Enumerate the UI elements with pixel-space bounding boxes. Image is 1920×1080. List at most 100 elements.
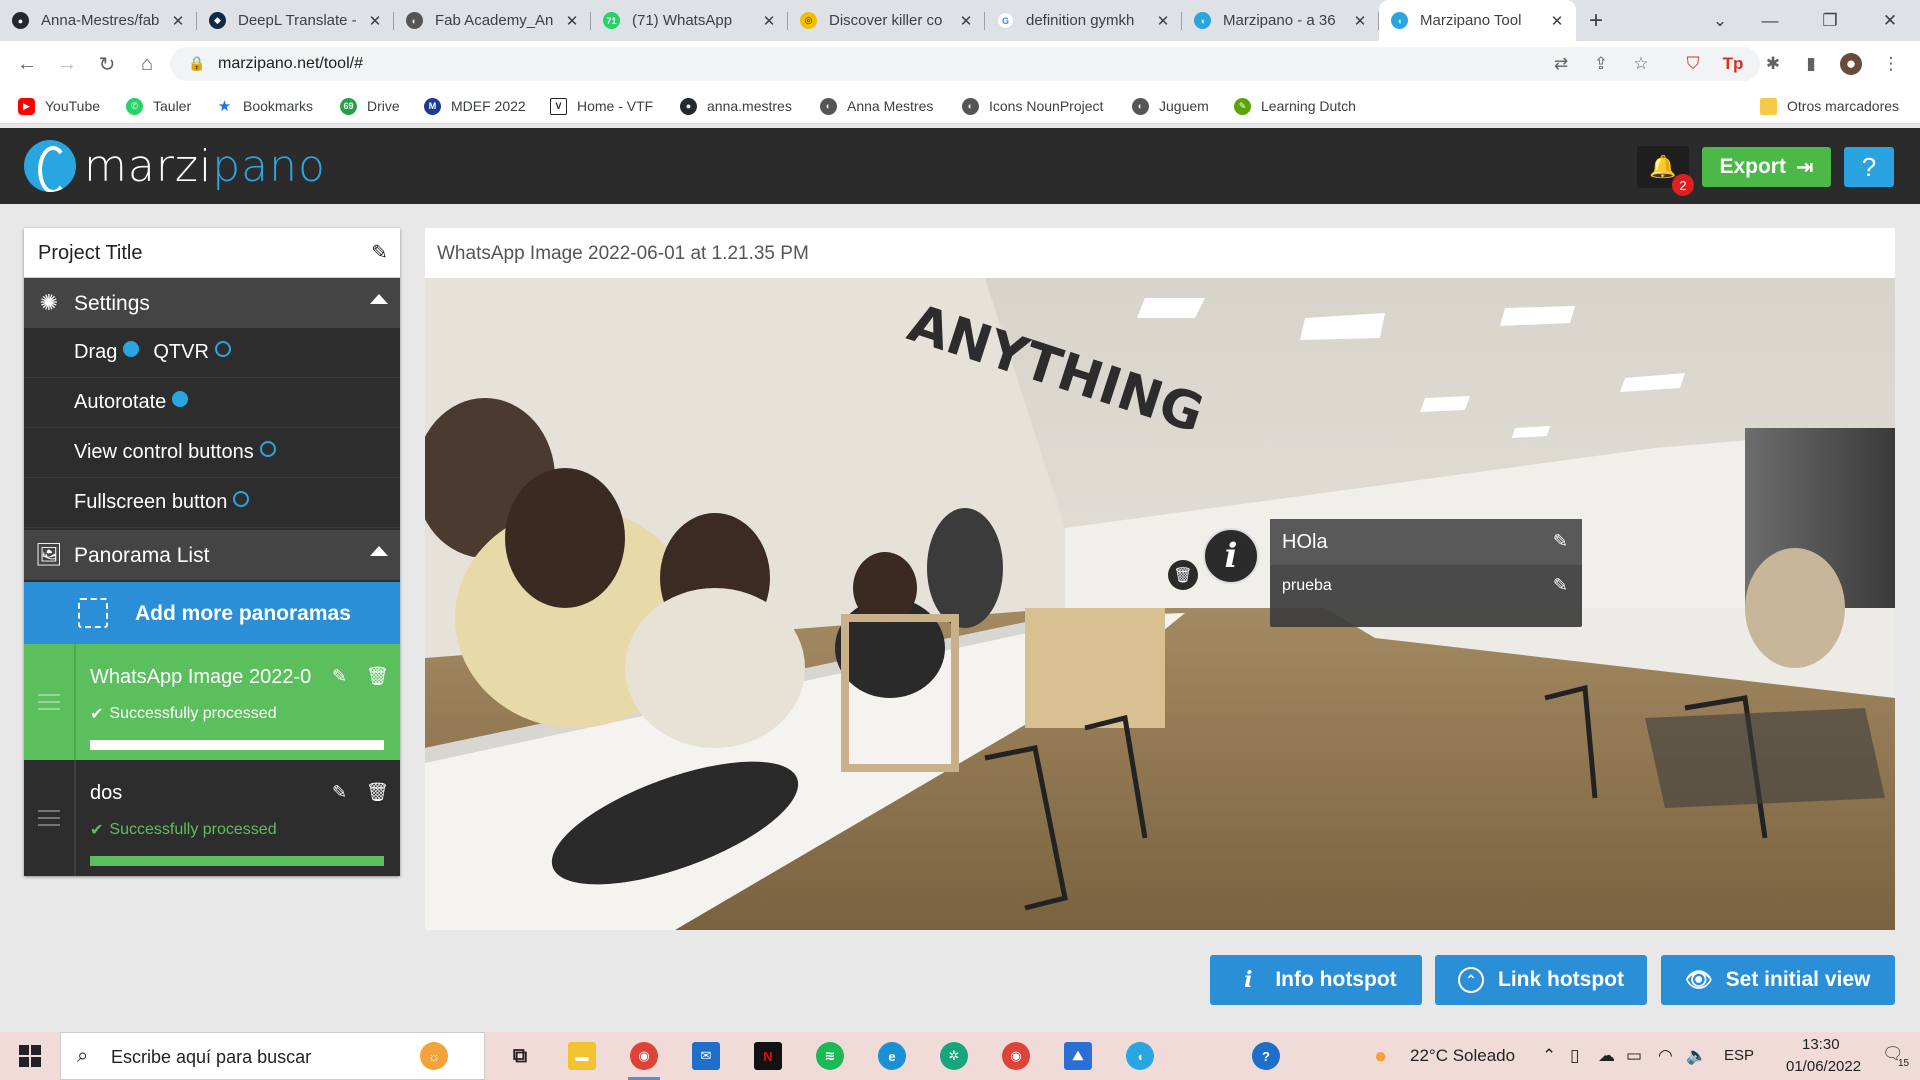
tray-device-icon[interactable]: ▯ — [1570, 1046, 1579, 1066]
trash-icon[interactable]: 🗑 — [366, 666, 389, 687]
close-tab-icon[interactable]: ✕ — [1154, 12, 1172, 30]
back-icon[interactable]: ← — [12, 49, 42, 79]
close-tab-icon[interactable]: ✕ — [563, 12, 581, 30]
help-button[interactable]: ? — [1844, 147, 1894, 187]
home-icon[interactable]: ⌂ — [132, 49, 162, 79]
close-tab-icon[interactable]: ✕ — [366, 12, 384, 30]
spotify-icon[interactable]: ≋ — [806, 1036, 854, 1076]
task-view-icon[interactable]: ⧉ — [496, 1036, 544, 1076]
browser-tab[interactable]: 71 (71) WhatsApp ✕ — [591, 0, 788, 41]
autorotate-toggle[interactable] — [172, 390, 189, 407]
edit-pencil-icon[interactable]: ✎ — [371, 240, 388, 265]
settings-section-header[interactable]: ✺ Settings — [24, 278, 400, 328]
browser-menu-icon[interactable]: ⋮ — [1880, 53, 1902, 75]
clock-date[interactable]: 01/06/2022 — [1786, 1058, 1861, 1075]
other-bookmarks-folder[interactable]: Otros marcadores — [1760, 96, 1899, 116]
drag-handle-icon[interactable] — [24, 760, 74, 876]
qtvr-radio[interactable] — [214, 340, 231, 357]
bookmark-item[interactable]: ● anna.mestres — [680, 96, 792, 116]
edit-pencil-icon[interactable]: ✎ — [332, 666, 347, 687]
extensions-puzzle-icon[interactable]: ✱ — [1762, 53, 1784, 75]
photos-icon[interactable]: ⛰ — [1054, 1036, 1102, 1076]
collapse-caret-icon[interactable] — [370, 294, 388, 304]
reload-icon[interactable]: ↻ — [92, 49, 122, 79]
drag-radio[interactable] — [123, 340, 140, 357]
mail-icon[interactable]: ✉ — [682, 1036, 730, 1076]
onedrive-cloud-icon[interactable]: ☁ — [1598, 1046, 1615, 1066]
export-button[interactable]: Export ⇥ — [1702, 147, 1831, 187]
windows-start-button[interactable] — [0, 1032, 60, 1080]
edit-pencil-icon[interactable]: ✎ — [332, 782, 347, 803]
minimize-button[interactable]: — — [1740, 0, 1800, 41]
bookmark-star-icon[interactable]: ☆ — [1630, 53, 1652, 75]
close-tab-icon[interactable]: ✕ — [760, 12, 778, 30]
close-tab-icon[interactable]: ✕ — [957, 12, 975, 30]
browser-tab[interactable]: ◎ Discover killer co ✕ — [788, 0, 985, 41]
panorama-item-selected[interactable]: WhatsApp Image 2022-0 ✎ 🗑 ✔ Successfully… — [24, 644, 400, 760]
panorama-item[interactable]: dos ✎ 🗑 ✔ Successfully processed — [24, 760, 400, 876]
share-icon[interactable]: ⇪ — [1590, 53, 1612, 75]
browser-tab[interactable]: G definition gymkh ✕ — [985, 0, 1182, 41]
edge-icon[interactable]: e — [868, 1036, 916, 1076]
browser-tab[interactable]: ◐ Fab Academy_An ✕ — [394, 0, 591, 41]
bookmark-item[interactable]: ★ Bookmarks — [216, 96, 313, 116]
profile-avatar[interactable]: ● — [1840, 53, 1862, 75]
clock-time[interactable]: 13:30 — [1802, 1036, 1840, 1053]
panorama-viewer[interactable]: ANYTHING — [425, 278, 1895, 930]
browser-tab[interactable]: ◆ DeepL Translate - ✕ — [197, 0, 394, 41]
translate-icon[interactable]: ⇄ — [1550, 53, 1572, 75]
info-hotspot-icon[interactable]: i — [1203, 528, 1259, 584]
edit-pencil-icon[interactable]: ✎ — [1553, 575, 1568, 596]
help-taskbar-icon[interactable]: ? — [1242, 1036, 1290, 1076]
drag-handle-icon[interactable] — [24, 644, 74, 760]
bookmark-item[interactable]: ◐ Icons NounProject — [962, 96, 1103, 116]
collapse-caret-icon[interactable] — [370, 546, 388, 556]
netflix-icon[interactable]: N — [744, 1036, 792, 1076]
new-tab-button[interactable]: + — [1576, 0, 1616, 41]
browser-tab-active[interactable]: ◖ Marzipano Tool ✕ — [1379, 0, 1576, 41]
bookmark-item[interactable]: ▶ YouTube — [18, 96, 100, 116]
hotspot-trash-icon[interactable]: 🗑 — [1168, 560, 1198, 590]
bookmark-item[interactable]: V Home - VTF — [550, 96, 653, 116]
show-hidden-icons-chevron[interactable]: ⌃ — [1542, 1046, 1556, 1066]
view-controls-toggle[interactable] — [259, 440, 276, 457]
trash-icon[interactable]: 🗑 — [366, 782, 389, 803]
close-tab-icon[interactable]: ✕ — [169, 12, 187, 30]
bookmark-item[interactable]: ◐ Anna Mestres — [820, 96, 933, 116]
set-initial-view-button[interactable]: 👁 Set initial view — [1661, 955, 1895, 1005]
browser-tab[interactable]: ◖ Marzipano - a 36 ✕ — [1182, 0, 1379, 41]
forward-icon[interactable]: → — [52, 49, 82, 79]
file-explorer-icon[interactable]: ▬ — [558, 1036, 606, 1076]
bookmark-item[interactable]: M MDEF 2022 — [424, 96, 526, 116]
fullscreen-toggle[interactable] — [233, 490, 250, 507]
volume-icon[interactable]: 🔈 — [1686, 1046, 1707, 1066]
search-highlight-icon[interactable]: ☼ — [410, 1036, 458, 1076]
link-hotspot-button[interactable]: ⌃ Link hotspot — [1435, 955, 1647, 1005]
bookmark-item[interactable]: ◐ Juguem — [1132, 96, 1209, 116]
info-hotspot-button[interactable]: i Info hotspot — [1210, 955, 1422, 1005]
panorama-list-header[interactable]: 🖼 Panorama List — [24, 530, 400, 580]
extension-tp-icon[interactable]: Tp — [1722, 53, 1744, 75]
marzipano-taskbar-icon[interactable]: ◖ — [1116, 1036, 1164, 1076]
close-tab-icon[interactable]: ✕ — [1351, 12, 1369, 30]
restore-button[interactable]: ❐ — [1800, 0, 1860, 41]
bookmark-item[interactable]: ✆ Tauler — [126, 96, 191, 116]
edit-pencil-icon[interactable]: ✎ — [1553, 531, 1568, 552]
close-window-button[interactable]: ✕ — [1860, 0, 1920, 41]
address-bar[interactable]: 🔒 marzipano.net/tool/# ⇄ ⇪ ☆ — [170, 47, 1760, 81]
add-panoramas-button[interactable]: Add more panoramas — [24, 582, 400, 644]
browser-tab[interactable]: ● Anna-Mestres/fab ✕ — [0, 0, 197, 41]
app-atom-icon[interactable]: ✲ — [930, 1036, 978, 1076]
language-indicator[interactable]: ESP — [1724, 1047, 1754, 1064]
bookmark-item[interactable]: ✎ Learning Dutch — [1234, 96, 1356, 116]
project-title-bar[interactable]: Project Title ✎ — [24, 228, 400, 278]
bookmark-item[interactable]: 69 Drive — [340, 96, 400, 116]
extension-shield-icon[interactable]: ⛉ — [1682, 53, 1704, 75]
chrome-icon[interactable]: ◉ — [620, 1036, 668, 1080]
battery-icon[interactable]: ▭ — [1626, 1046, 1642, 1066]
chrome-profile-icon[interactable]: ◉ — [992, 1036, 1040, 1076]
marzipano-logo[interactable]: marzipano — [24, 140, 326, 192]
close-tab-icon[interactable]: ✕ — [1548, 12, 1566, 30]
side-panel-icon[interactable]: ▮ — [1800, 53, 1822, 75]
wifi-icon[interactable]: ◠ — [1658, 1046, 1673, 1066]
